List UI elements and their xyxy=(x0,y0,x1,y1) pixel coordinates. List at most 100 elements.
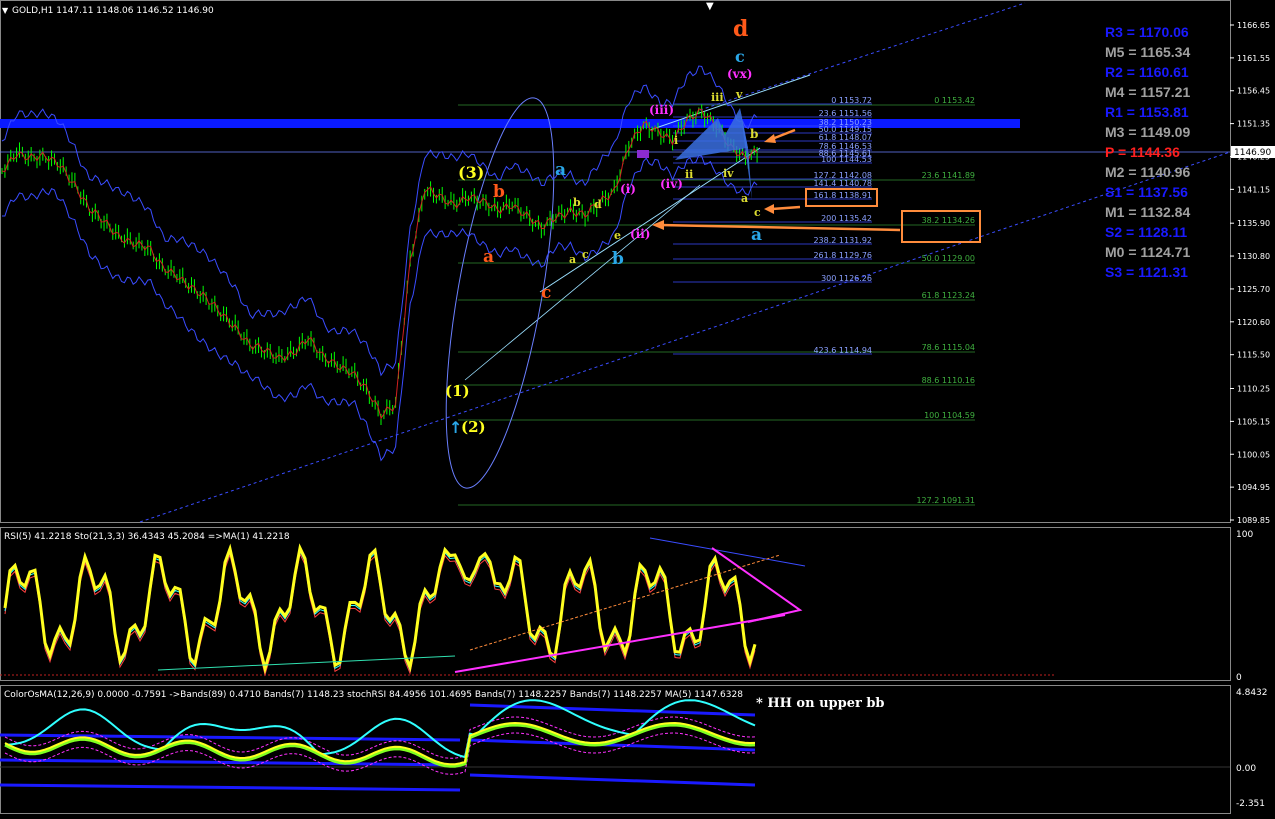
price-tick-label: 1089.85 xyxy=(1237,516,1270,525)
price-tick-label: 1135.90 xyxy=(1237,219,1270,228)
pivot-level: R2 = 1160.61 xyxy=(1105,64,1189,80)
price-tick-label: 1115.50 xyxy=(1237,351,1270,360)
pivot-level: S2 = 1128.11 xyxy=(1105,224,1187,240)
wave-iv: iv xyxy=(723,167,734,180)
osma-header: ColorOsMA(12,26,9) 0.0000 -0.7591 ->Band… xyxy=(4,690,743,700)
rsi-axis-bottom: 0 xyxy=(1236,673,1242,683)
rsi-series xyxy=(0,537,1055,677)
fib-left-label: 0 1153.72 xyxy=(831,96,872,105)
fib-left-label: 423.6 1114.94 xyxy=(813,346,872,355)
price-tick-label: 1105.15 xyxy=(1237,417,1270,426)
wave-ax: a xyxy=(569,253,576,266)
fib-lines xyxy=(458,103,975,506)
wave-iii: iii xyxy=(711,91,724,104)
pivot-level: M2 = 1140.96 xyxy=(1105,164,1190,180)
gold-h1-chart[interactable]: d c (vx) v iii (iii) i ii iv (iv) (i) (i… xyxy=(0,0,1275,819)
osma-band-right xyxy=(469,773,756,787)
wave-a-blue: a xyxy=(555,160,566,180)
fib-left-label: 300 1126.26 xyxy=(821,274,872,283)
rsi-dotted xyxy=(469,554,781,651)
wave-iv-paren: (iv) xyxy=(660,177,683,191)
up-arrow-icon: ↑ xyxy=(449,418,462,437)
wave-b-orange: b xyxy=(493,182,505,202)
fib-right-label: 50.0 1129.00 xyxy=(922,254,975,263)
dropdown-icon[interactable]: ▼ xyxy=(2,6,9,15)
pivot-level: S1 = 1137.56 xyxy=(1105,184,1188,200)
rsi-wedge xyxy=(711,547,803,623)
fib-right-label: 78.6 1115.04 xyxy=(922,343,975,352)
wave-cx: c xyxy=(582,248,589,261)
price-tick-label: 1166.65 xyxy=(1237,21,1270,30)
pivot-level: S3 = 1121.31 xyxy=(1105,264,1188,280)
price-axis: 1166.651161.551156.451151.351146.251141.… xyxy=(1230,21,1270,525)
wave-d: d xyxy=(733,16,748,42)
rsi-line xyxy=(3,543,757,675)
wave-i-paren: (i) xyxy=(620,182,636,196)
bollinger-lower xyxy=(2,154,758,462)
pivot-level: M4 = 1157.21 xyxy=(1105,84,1190,100)
price-tick-label: 1161.55 xyxy=(1237,54,1270,63)
wave-ex: e xyxy=(614,229,621,242)
rsi-panel xyxy=(0,527,1231,681)
current-price-value: 1146.90 xyxy=(1234,148,1271,158)
wave-labels: d c (vx) v iii (iii) i ii iv (iv) (i) (i… xyxy=(445,1,762,437)
wave-a-small: a xyxy=(741,192,748,205)
pivot-level: M1 = 1132.84 xyxy=(1105,204,1190,220)
rsi-trendline xyxy=(454,614,786,673)
pivot-level: M3 = 1149.09 xyxy=(1105,124,1190,140)
wave-i-small: i xyxy=(674,134,678,147)
fib-right-label: 88.6 1110.16 xyxy=(922,376,975,385)
wave-iii-paren: (iii) xyxy=(649,103,674,117)
osma-axis-bottom: -2.351 xyxy=(1236,799,1265,809)
wave-b-small: b xyxy=(750,127,758,141)
osma-band-left xyxy=(0,758,461,767)
pivot-level: R1 = 1153.81 xyxy=(1105,104,1189,120)
bollinger-upper xyxy=(1,65,758,377)
fib-right-label: 127.2 1091.31 xyxy=(916,496,975,505)
rsi-header: RSI(5) 41.2218 Sto(21,3,3) 36.4343 45.20… xyxy=(4,532,290,542)
price-tick-label: 1151.35 xyxy=(1237,120,1270,129)
lower-dotted-trendline xyxy=(139,151,1231,523)
osma-series xyxy=(0,699,1230,792)
fib-left-label: 141.4 1140.78 xyxy=(813,179,872,188)
osma-axis-top: 4.8432 xyxy=(1236,688,1268,698)
fib-right-label: 38.2 1134.26 xyxy=(922,216,975,225)
fib-right-label: 61.8 1123.24 xyxy=(922,291,975,300)
price-tick-label: 1120.60 xyxy=(1237,318,1270,327)
fib-right-label: 100 1104.59 xyxy=(924,411,975,420)
current-price-tag: 1146.90 xyxy=(1231,146,1275,158)
fib-left-label: 261.8 1129.76 xyxy=(813,251,872,260)
wave-ii: ii xyxy=(685,168,693,181)
wave-v: v xyxy=(735,88,743,101)
fib-right-label: 23.6 1141.89 xyxy=(922,171,975,180)
fib-left-label: 61.8 1148.07 xyxy=(819,133,872,142)
wave-b-blue: b xyxy=(612,249,624,269)
fib-left-label: 161.8 1138.91 xyxy=(813,191,872,200)
fib-right-label: 0 1153.42 xyxy=(934,96,975,105)
wave-3: (3) xyxy=(458,163,484,182)
wave-2: (2) xyxy=(461,418,486,436)
wave-vx: (vx) xyxy=(727,67,752,81)
wave-a-blue2: a xyxy=(751,225,762,245)
down-triangle-icon: ▼ xyxy=(706,1,714,12)
upper-dotted-trendline xyxy=(699,2,1026,111)
wave-dx: d xyxy=(594,198,602,211)
price-tick-label: 1125.70 xyxy=(1237,285,1270,294)
pivot-levels: R3 = 1170.06 M5 = 1165.34 R2 = 1160.61 M4 =… xyxy=(1105,24,1190,280)
wave-ellipse xyxy=(445,97,555,489)
fib-left-label: 23.6 1151.56 xyxy=(819,109,872,118)
wave-c-top: c xyxy=(735,47,745,66)
wave-1: (1) xyxy=(445,382,470,400)
wave-a-orange: a xyxy=(483,247,494,267)
fib-left-label: 238.2 1131.92 xyxy=(813,236,872,245)
pivot-level: M0 = 1124.71 xyxy=(1105,244,1190,260)
price-tick-label: 1141.15 xyxy=(1237,185,1270,194)
pivot-level: R3 = 1170.06 xyxy=(1105,24,1189,40)
rsi-resistance xyxy=(649,537,806,567)
main-header: GOLD,H1 1147.11 1148.06 1146.52 1146.90 xyxy=(12,6,214,16)
wave-c-orange: c xyxy=(541,283,551,303)
pivot-level: M5 = 1165.34 xyxy=(1105,44,1190,60)
wave-ii-paren: (ii) xyxy=(630,227,650,241)
fib-labels: 0 1153.42 23.6 1141.89 38.2 1134.26 50.0 11… xyxy=(813,96,975,505)
price-tick-label: 1094.95 xyxy=(1237,483,1270,492)
